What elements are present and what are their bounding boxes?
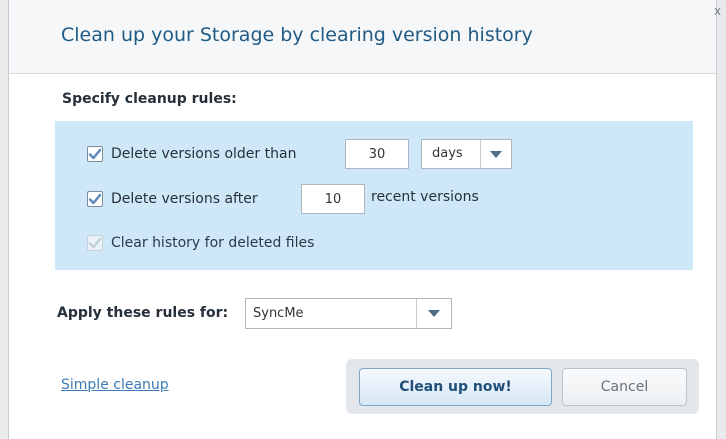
older-than-label: Delete versions older than bbox=[111, 146, 297, 162]
recent-versions-input[interactable]: 10 bbox=[301, 184, 365, 214]
close-icon[interactable]: x bbox=[714, 4, 721, 18]
after-recent-checkbox[interactable] bbox=[87, 191, 103, 207]
clear-deleted-label: Clear history for deleted files bbox=[111, 235, 315, 251]
action-button-panel: Clean up now! Cancel bbox=[346, 359, 699, 414]
apply-target-select[interactable]: SyncMe bbox=[245, 298, 452, 329]
chevron-down-icon[interactable] bbox=[480, 140, 511, 168]
cancel-button[interactable]: Cancel bbox=[562, 368, 687, 406]
rule-after-recent: Delete versions after bbox=[87, 184, 258, 214]
age-unit-value: days bbox=[432, 146, 463, 161]
check-icon bbox=[88, 237, 102, 249]
rule-clear-deleted: Clear history for deleted files bbox=[87, 228, 314, 258]
older-than-days-input[interactable]: 30 bbox=[345, 139, 409, 169]
rules-panel: Delete versions older than 30 days Delet… bbox=[55, 121, 693, 270]
recent-versions-suffix: recent versions bbox=[371, 189, 479, 205]
older-than-checkbox[interactable] bbox=[87, 146, 103, 162]
clean-up-now-button[interactable]: Clean up now! bbox=[359, 368, 552, 406]
check-icon bbox=[88, 148, 102, 160]
age-unit-select[interactable]: days bbox=[421, 139, 512, 169]
dialog-header: Clean up your Storage by clearing versio… bbox=[9, 0, 716, 74]
cleanup-dialog: Clean up your Storage by clearing versio… bbox=[8, 0, 717, 439]
after-recent-label: Delete versions after bbox=[111, 191, 258, 207]
clear-deleted-checkbox[interactable] bbox=[87, 235, 103, 251]
check-icon bbox=[88, 193, 102, 205]
simple-cleanup-link[interactable]: Simple cleanup bbox=[61, 377, 169, 393]
cleanup-rules-heading: Specify cleanup rules: bbox=[62, 91, 237, 107]
apply-rules-label: Apply these rules for: bbox=[57, 305, 229, 321]
rule-older-than: Delete versions older than bbox=[87, 139, 296, 169]
dialog-title: Clean up your Storage by clearing versio… bbox=[61, 24, 533, 46]
apply-target-value: SyncMe bbox=[253, 306, 304, 321]
chevron-down-icon[interactable] bbox=[416, 299, 451, 328]
